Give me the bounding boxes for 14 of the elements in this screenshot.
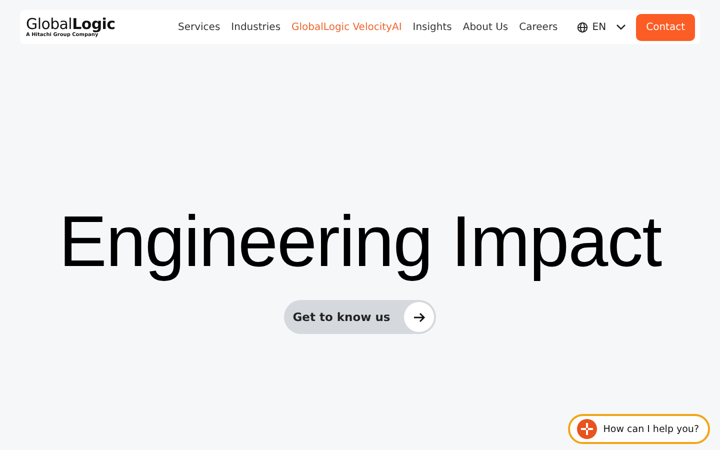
arrow-right-icon — [412, 312, 426, 322]
language-selector[interactable]: EN — [577, 22, 626, 32]
logo[interactable]: GlobalLogic — [26, 16, 166, 32]
chat-button[interactable]: How can I help you? — [568, 414, 710, 444]
get-to-know-us-button[interactable]: Get to know us — [284, 300, 436, 334]
chevron-down-icon — [616, 24, 626, 30]
hero-heading: Engineering Impact — [58, 202, 662, 282]
chat-logo-icon — [577, 419, 598, 439]
nav-link[interactable]: Services — [178, 22, 220, 32]
nav-link[interactable]: Industries — [231, 22, 281, 32]
globe-icon — [577, 22, 588, 32]
nav-link[interactable]: About Us — [462, 22, 508, 32]
nav-link[interactable]: Careers — [519, 22, 558, 32]
nav-link[interactable]: Insights — [412, 22, 452, 32]
